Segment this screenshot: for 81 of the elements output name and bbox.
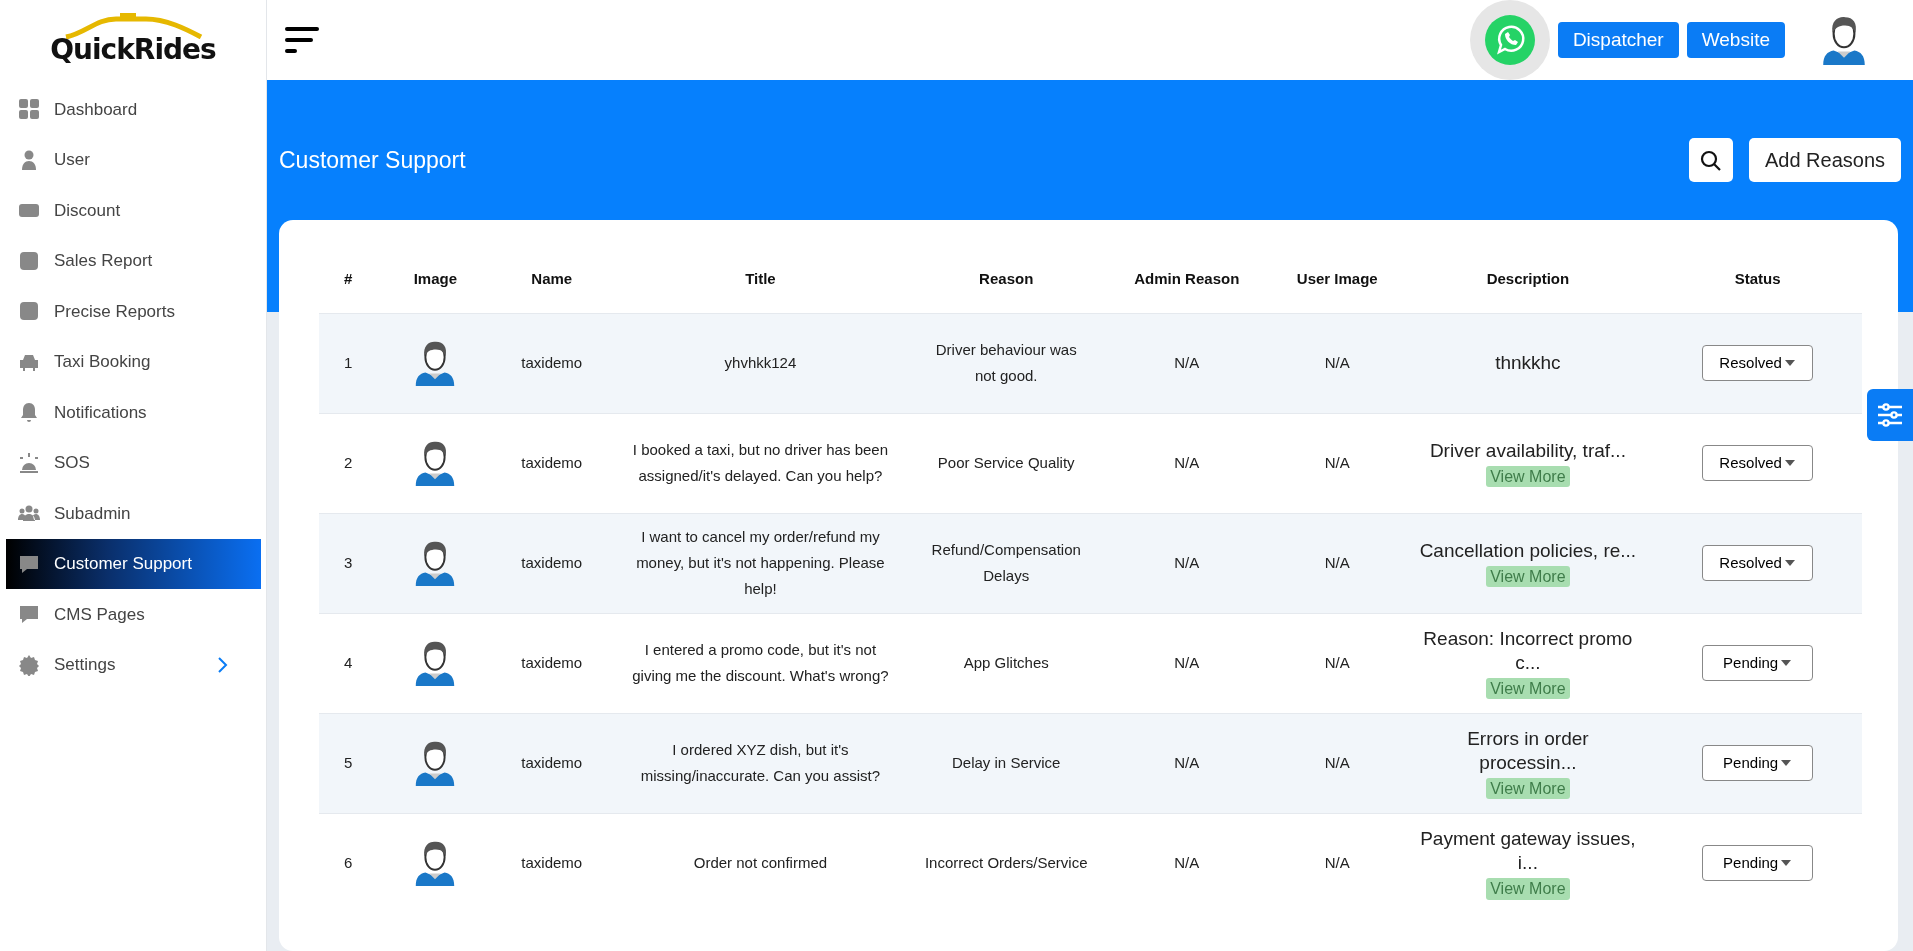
search-button[interactable] [1688, 138, 1733, 182]
caret-icon [1783, 359, 1796, 367]
column-header: Name [493, 268, 610, 313]
nav-icon [18, 603, 40, 626]
sidebar-item[interactable]: SOS [6, 437, 261, 488]
column-header: Title [609, 268, 911, 313]
sidebar-item[interactable]: Customer Support [6, 538, 261, 589]
sidebar-item[interactable]: Settings [6, 639, 261, 690]
table-cell: 1 [319, 313, 378, 413]
caret-icon [1783, 559, 1796, 567]
whatsapp-icon [1484, 15, 1535, 65]
status-dropdown[interactable]: Pending [1702, 845, 1814, 882]
description-text: Payment gateway issues, i... [1419, 826, 1637, 876]
table-cell: Delay in Service [910, 713, 1102, 813]
description-text: thnkkhc [1494, 350, 1562, 375]
caret-icon [1780, 659, 1793, 667]
table-cell: yhvhkk124 [609, 313, 911, 413]
column-header: Image [377, 268, 494, 313]
nav-icon [18, 451, 40, 474]
table-cell: taxidemo [493, 713, 610, 813]
table-cell: N/A [1272, 513, 1403, 613]
table-cell: 3 [319, 513, 378, 613]
table-cell: N/A [1101, 713, 1273, 813]
table-cell: N/A [1101, 813, 1273, 913]
table-cell: 6 [319, 813, 378, 913]
sliders-icon [1877, 403, 1903, 427]
column-header: Description [1402, 268, 1654, 313]
page-title: Customer Support [279, 145, 466, 175]
column-header: # [319, 268, 378, 313]
status-dropdown[interactable]: Resolved [1702, 444, 1814, 482]
table-cell: I ordered XYZ dish, but it's missing/inaccurate. Can you assist? [609, 713, 911, 813]
sidebar-item[interactable]: Subadmin [6, 488, 261, 539]
description-text: Cancellation policies, re... [1418, 538, 1638, 563]
description-text: Errors in order processin... [1466, 726, 1590, 776]
nav-icon [18, 98, 40, 121]
caret-icon [1780, 859, 1793, 868]
table-cell: Incorrect Orders/Service [910, 813, 1102, 913]
nav-icon [18, 401, 40, 424]
nav-icon [18, 249, 40, 272]
description-text: Reason: Incorrect promo c... [1422, 626, 1634, 676]
sidebar-item[interactable]: Sales Report [6, 235, 261, 286]
table-cell: N/A [1101, 513, 1273, 613]
sidebar-item[interactable]: Precise Reports [6, 286, 261, 337]
column-header: User Image [1272, 268, 1403, 313]
status-dropdown[interactable]: Resolved [1702, 344, 1814, 382]
table-cell: N/A [1272, 713, 1403, 813]
caret-icon [1780, 759, 1793, 767]
add-reasons-button[interactable]: Add Reasons [1748, 138, 1901, 182]
nav-icon [18, 300, 40, 323]
table-cell: taxidemo [493, 313, 610, 413]
sidebar-item[interactable]: CMS Pages [6, 589, 261, 640]
column-header: Reason [910, 268, 1102, 313]
sidebar-item[interactable]: Taxi Booking [6, 336, 261, 387]
status-dropdown[interactable]: Pending [1702, 744, 1814, 782]
table-cell: Driver behaviour was not good. [910, 313, 1102, 413]
nav-button[interactable]: Website [1686, 21, 1785, 59]
table-cell: Refund/Compensation Delays [910, 513, 1102, 613]
table-cell: N/A [1272, 313, 1403, 413]
status-dropdown[interactable]: Pending [1702, 644, 1814, 682]
search-icon [1699, 149, 1722, 172]
table-cell: 5 [319, 713, 378, 813]
table-cell: N/A [1272, 813, 1403, 913]
sidebar-item[interactable]: Notifications [6, 387, 261, 438]
column-header: Admin Reason [1101, 268, 1273, 313]
column-header: Status [1653, 268, 1862, 313]
sidebar-item[interactable]: Dashboard [6, 84, 261, 135]
table-cell: N/A [1101, 313, 1273, 413]
description-text: Driver availability, traf... [1428, 438, 1627, 463]
filter-button[interactable] [1867, 389, 1913, 441]
caret-icon [1783, 459, 1796, 467]
nav-icon [18, 653, 40, 676]
status-dropdown[interactable]: Resolved [1702, 544, 1814, 582]
sidebar-item[interactable]: Discount [6, 185, 261, 236]
table-cell: taxidemo [493, 513, 610, 613]
sidebar-item[interactable]: User [6, 134, 261, 185]
table-cell: I want to cancel my order/refund my money, but it's not happening. Please help! [609, 513, 911, 613]
table-cell: taxidemo [493, 813, 610, 913]
nav-button[interactable]: Dispatcher [1557, 21, 1679, 59]
logo: QuickRides [50, 13, 216, 71]
table-cell: Order not confirmed [609, 813, 911, 913]
menu-icon[interactable] [285, 25, 319, 55]
